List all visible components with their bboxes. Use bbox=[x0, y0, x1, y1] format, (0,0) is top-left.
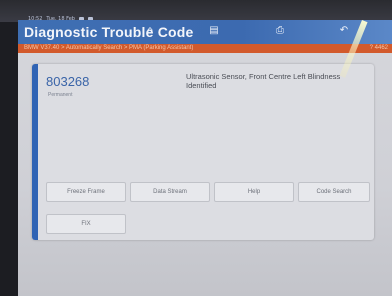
home-icon[interactable]: ⌂ bbox=[144, 26, 156, 36]
dtc-panel: 803268 Permanent Ultrasonic Sensor, Fron… bbox=[32, 64, 374, 240]
dtc-code: 803268 bbox=[46, 74, 90, 89]
freeze-frame-button[interactable]: Freeze Frame bbox=[46, 182, 126, 202]
title-bar: Diagnostic Trouble Code ⌂ ▤ ⎙ ↶ bbox=[18, 20, 392, 44]
dtc-status: Permanent bbox=[48, 92, 73, 98]
dtc-accent-bar bbox=[32, 64, 38, 240]
print-icon[interactable]: ⎙ bbox=[274, 26, 286, 36]
app-screen: Diagnostic Trouble Code ⌂ ▤ ⎙ ↶ BMW V37.… bbox=[18, 20, 392, 296]
code-search-button[interactable]: Code Search bbox=[298, 182, 370, 202]
back-icon[interactable]: ↶ bbox=[338, 26, 350, 36]
breadcrumb-path: BMW V37.40 > Automatically Search > PMA … bbox=[24, 45, 194, 51]
data-stream-button[interactable]: Data Stream bbox=[130, 182, 210, 202]
breadcrumb: BMW V37.40 > Automatically Search > PMA … bbox=[18, 44, 392, 53]
help-button[interactable]: Help bbox=[214, 182, 294, 202]
report-icon[interactable]: ▤ bbox=[208, 26, 220, 36]
breadcrumb-right: ? 4462 bbox=[369, 45, 388, 51]
page-title: Diagnostic Trouble Code bbox=[24, 24, 194, 40]
fix-button[interactable]: FIX bbox=[46, 214, 126, 234]
dtc-description: Ultrasonic Sensor, Front Centre Left Bli… bbox=[186, 72, 341, 90]
